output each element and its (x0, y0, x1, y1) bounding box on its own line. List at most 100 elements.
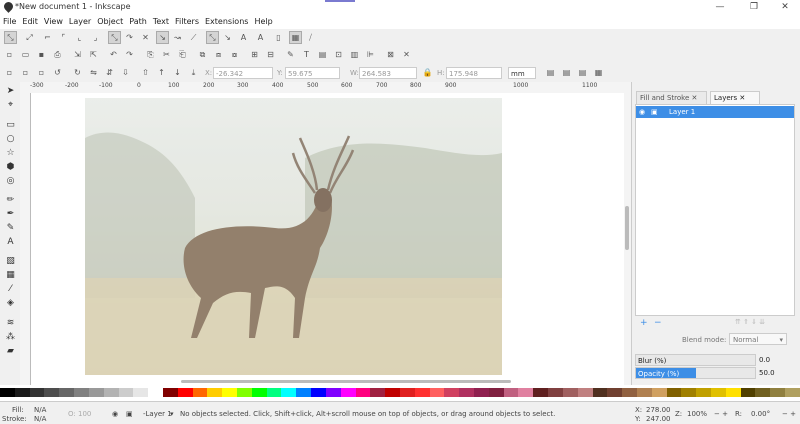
palette-swatch[interactable] (355, 388, 371, 397)
align-icon[interactable]: ⊫ (365, 49, 376, 60)
gradient-tool-icon[interactable]: ▧ (5, 256, 16, 267)
menu-path[interactable]: Path (126, 15, 150, 29)
palette-swatch[interactable] (711, 388, 726, 397)
snap-smooth-icon[interactable]: ↝ (172, 32, 183, 43)
palette-swatch[interactable] (44, 388, 60, 397)
text-baseline-icon[interactable]: A (255, 32, 266, 43)
palette-swatch[interactable] (533, 388, 549, 397)
add-layer-icon[interactable]: + (640, 318, 648, 328)
eraser-tool-icon[interactable]: ▰ (5, 346, 16, 357)
ungroup-icon[interactable]: ⊟ (265, 49, 276, 60)
palette-swatch[interactable] (666, 388, 682, 397)
palette-swatch[interactable] (370, 388, 386, 397)
palette-swatch[interactable] (474, 388, 489, 397)
snap-rotation-icon[interactable]: ↘ (222, 32, 233, 43)
palette-swatch[interactable] (444, 388, 460, 397)
menu-layer[interactable]: Layer (66, 15, 94, 29)
snap-bbox-mid-icon[interactable]: ⌞ (74, 32, 85, 43)
palette-swatch[interactable] (770, 388, 786, 397)
lower-icon[interactable]: ↓ (172, 67, 183, 78)
redo-icon[interactable]: ↷ (124, 49, 135, 60)
horizontal-scrollbar[interactable] (31, 379, 625, 385)
opacity-status-value[interactable]: 100 (78, 410, 91, 418)
remove-layer-icon[interactable]: − (654, 318, 662, 328)
paste-icon[interactable]: ⎗ (177, 49, 188, 60)
duplicate-icon[interactable]: ⧉ (197, 49, 208, 60)
menu-filters[interactable]: Filters (172, 15, 202, 29)
tab-fill-and-stroke[interactable]: Fill and Stroke ✕ (636, 91, 707, 104)
calligraphy-tool-icon[interactable]: ✎ (5, 223, 16, 234)
snap-path-icon[interactable]: ↷ (124, 32, 135, 43)
palette-swatch[interactable] (429, 388, 445, 397)
lock-layer-icon[interactable]: ▣ (651, 106, 658, 118)
transform-gradients-icon[interactable]: ▤ (577, 67, 588, 78)
minimize-button[interactable]: — (705, 1, 735, 14)
snap-bbox-edge-icon[interactable]: ⌐ (42, 32, 53, 43)
xml-editor-icon[interactable]: ⊡ (333, 49, 344, 60)
menu-extensions[interactable]: Extensions (202, 15, 251, 29)
restore-button[interactable]: ❐ (739, 1, 769, 14)
palette-swatch[interactable] (266, 388, 282, 397)
palette-swatch[interactable] (222, 388, 237, 397)
zoom-stepper[interactable]: − + (714, 410, 728, 418)
snap-guide-icon[interactable]: ⧸ (305, 32, 316, 43)
snap-text-icon[interactable]: A (238, 32, 249, 43)
palette-swatch[interactable] (459, 388, 474, 397)
palette-swatch[interactable] (488, 388, 504, 397)
palette-swatch[interactable] (385, 388, 400, 397)
palette-swatch[interactable] (577, 388, 593, 397)
palette-swatch[interactable] (88, 388, 104, 397)
rotate-ccw-icon[interactable]: ↺ (52, 67, 63, 78)
menu-text[interactable]: Text (150, 15, 172, 29)
import-icon[interactable]: ⇲ (72, 49, 83, 60)
tweak-tool-icon[interactable]: ≋ (5, 318, 16, 329)
menu-view[interactable]: View (41, 15, 66, 29)
tab-layers[interactable]: Layers ✕ (710, 91, 760, 104)
h-field[interactable]: 175.948 (446, 67, 502, 79)
palette-swatch[interactable] (785, 388, 800, 397)
export-icon[interactable]: ⇱ (88, 49, 99, 60)
opacity-slider[interactable]: Opacity (%) (635, 367, 756, 379)
blur-value[interactable]: 0.0 (759, 354, 781, 366)
layers-icon[interactable]: ▤ (317, 49, 328, 60)
text-tool-icon[interactable]: A (5, 237, 16, 248)
zoom-field[interactable]: 100% (687, 410, 707, 418)
x-field[interactable]: -26.342 (213, 67, 273, 79)
snap-bbox-center-icon[interactable]: ⌟ (90, 32, 101, 43)
pencil-tool-icon[interactable]: ✏ (5, 195, 16, 206)
palette-swatch[interactable] (548, 388, 563, 397)
palette-swatch[interactable] (592, 388, 608, 397)
palette-swatch[interactable] (14, 388, 30, 397)
palette-swatch[interactable] (251, 388, 267, 397)
snap-cusp-icon[interactable]: ↘ (156, 31, 169, 44)
deer-photo[interactable] (85, 98, 502, 375)
palette-swatch[interactable] (29, 388, 45, 397)
3d-box-tool-icon[interactable]: ⬢ (5, 162, 16, 173)
palette-swatch[interactable] (562, 388, 578, 397)
palette-swatch[interactable] (325, 388, 341, 397)
snap-bbox-icon[interactable]: ⤢ (24, 32, 35, 43)
spiral-tool-icon[interactable]: ◎ (5, 176, 16, 187)
preferences-icon[interactable]: ✕ (401, 49, 412, 60)
palette-swatch[interactable] (74, 388, 89, 397)
snap-toggle-icon[interactable]: ⤡ (4, 31, 17, 44)
visibility-eye-icon[interactable]: ◉ (639, 106, 645, 118)
document-properties-icon[interactable]: ⊠ (385, 49, 396, 60)
palette-swatch[interactable] (696, 388, 711, 397)
clone-icon[interactable]: ⧈ (213, 49, 224, 60)
opacity-value[interactable]: 50.0 (759, 367, 781, 379)
palette-swatch[interactable] (177, 388, 193, 397)
pen-tool-icon[interactable]: ✒ (5, 209, 16, 220)
palette-swatch[interactable] (414, 388, 430, 397)
rotation-field[interactable]: 0.00° (751, 410, 770, 418)
palette-swatch[interactable] (607, 388, 623, 397)
transform-patterns-icon[interactable]: ▦ (593, 67, 604, 78)
raise-top-icon[interactable]: ⇧ (140, 67, 151, 78)
text-font-icon[interactable]: T (301, 49, 312, 60)
menu-help[interactable]: Help (251, 15, 275, 29)
palette-swatch[interactable] (725, 388, 741, 397)
mesh-tool-icon[interactable]: ▦ (5, 270, 16, 281)
drawing-canvas[interactable] (31, 93, 625, 385)
palette-swatch[interactable] (503, 388, 519, 397)
rotation-stepper[interactable]: − + (782, 410, 796, 418)
